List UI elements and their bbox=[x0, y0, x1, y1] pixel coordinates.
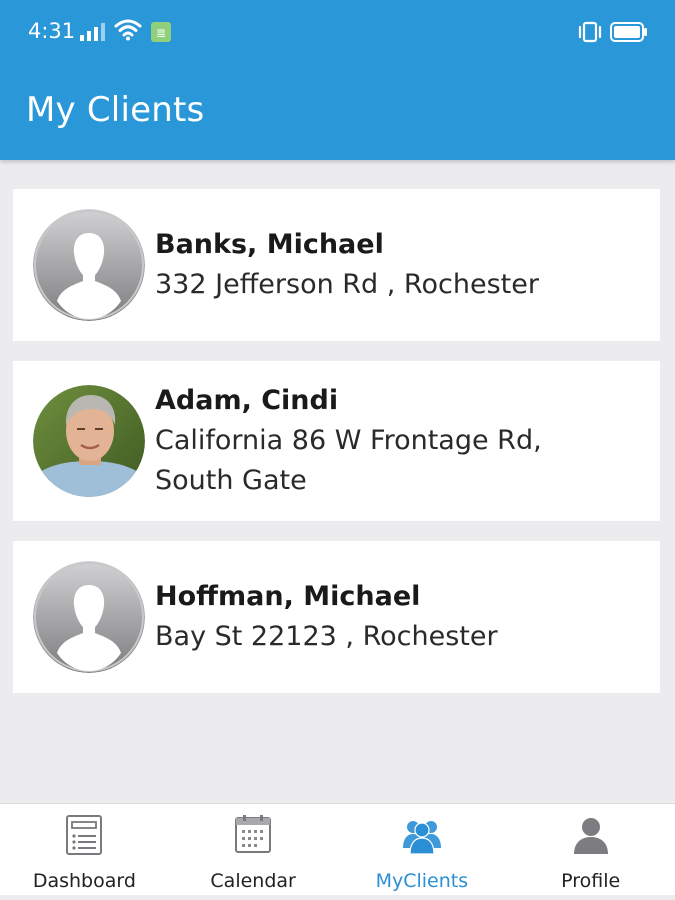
calendar-icon bbox=[235, 815, 272, 853]
client-card[interactable]: Adam, Cindi California 86 W Frontage Rd,… bbox=[13, 361, 660, 521]
client-address: California 86 W Frontage Rd, South Gate bbox=[155, 425, 542, 496]
default-avatar-icon bbox=[33, 561, 145, 673]
nav-label: Dashboard bbox=[32, 870, 136, 892]
nav-label: Calendar bbox=[210, 870, 296, 892]
client-details: Hoffman, Michael Bay St 22123 , Rocheste… bbox=[155, 577, 498, 657]
nav-item-myclients[interactable]: MyClients bbox=[338, 804, 507, 896]
status-bar: 4:31 ≣ bbox=[0, 0, 675, 64]
nav-item-calendar[interactable]: Calendar bbox=[169, 804, 338, 896]
client-card[interactable]: Banks, Michael 332 Jefferson Rd , Roches… bbox=[13, 189, 660, 341]
battery-icon bbox=[610, 22, 647, 42]
sim-icon: ≣ bbox=[151, 22, 171, 42]
page-title: My Clients bbox=[26, 90, 205, 130]
client-details: Adam, Cindi California 86 W Frontage Rd,… bbox=[155, 381, 542, 501]
bottom-strip bbox=[0, 895, 675, 900]
svg-text:≣: ≣ bbox=[156, 26, 166, 40]
signal-icon bbox=[80, 23, 105, 41]
user-photo bbox=[33, 385, 145, 497]
client-name: Banks, Michael bbox=[155, 229, 384, 260]
client-list: Banks, Michael 332 Jefferson Rd , Roches… bbox=[13, 189, 660, 713]
client-details: Banks, Michael 332 Jefferson Rd , Roches… bbox=[155, 225, 539, 305]
status-time: 4:31 bbox=[28, 19, 76, 43]
dashboard-icon bbox=[66, 815, 103, 855]
nav-item-profile[interactable]: Profile bbox=[506, 804, 675, 896]
profile-icon bbox=[573, 818, 608, 854]
client-name: Adam, Cindi bbox=[155, 385, 339, 416]
nav-label: MyClients bbox=[375, 870, 469, 892]
client-name: Hoffman, Michael bbox=[155, 581, 421, 612]
default-avatar-icon bbox=[33, 209, 145, 321]
client-address: 332 Jefferson Rd , Rochester bbox=[155, 269, 539, 300]
wifi-icon bbox=[114, 19, 142, 41]
bottom-navigation: Dashboard Calendar MyClients Profile bbox=[0, 803, 675, 896]
clients-icon bbox=[402, 821, 441, 855]
vibrate-icon bbox=[578, 21, 602, 43]
app-header: 4:31 ≣ My Clients bbox=[0, 0, 675, 160]
nav-item-dashboard[interactable]: Dashboard bbox=[0, 804, 169, 896]
nav-label: Profile bbox=[561, 870, 621, 892]
client-address: Bay St 22123 , Rochester bbox=[155, 621, 498, 652]
client-card[interactable]: Hoffman, Michael Bay St 22123 , Rocheste… bbox=[13, 541, 660, 693]
